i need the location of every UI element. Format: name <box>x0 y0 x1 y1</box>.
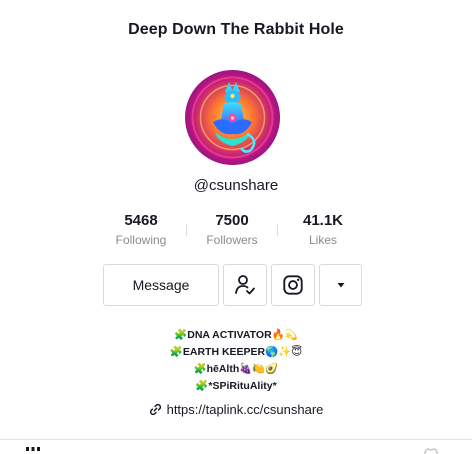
likes-count: 41.1K <box>302 212 344 229</box>
likes-label: Likes <box>308 233 337 247</box>
tab-divider <box>0 439 472 440</box>
bio-line: 🧩hēAlth🍇🍋🥑 <box>193 363 279 375</box>
profile-handle: @csunshare <box>193 177 279 194</box>
stat-divider <box>186 224 187 236</box>
bio-line: 🧩*SPiRituAlity* <box>195 380 277 392</box>
caret-down-icon <box>337 283 344 288</box>
person-check-icon <box>235 275 255 295</box>
following-label: Following <box>115 233 167 247</box>
following-status-button[interactable] <box>223 264 267 306</box>
liked-tab-icon[interactable] <box>424 446 438 454</box>
bio-line: 🧩EARTH KEEPER🌎✨😇 <box>169 346 303 358</box>
profile-bio: 🧩DNA ACTIVATOR🔥💫 🧩EARTH KEEPER🌎✨😇 🧩hēAlt… <box>0 327 472 395</box>
stat-followers[interactable]: 7500 Followers <box>187 212 277 247</box>
following-count: 5468 <box>124 212 158 229</box>
link-icon <box>149 403 161 416</box>
videos-tab-icon[interactable] <box>26 447 40 451</box>
bio-line: 🧩DNA ACTIVATOR🔥💫 <box>174 329 298 341</box>
more-options-button[interactable] <box>319 264 362 306</box>
profile-stats: 5468 Following 7500 Followers 41.1K Like… <box>0 212 472 252</box>
stat-divider <box>277 224 278 236</box>
stat-following[interactable]: 5468 Following <box>96 212 186 247</box>
followers-label: Followers <box>206 233 258 247</box>
followers-count: 7500 <box>215 212 249 229</box>
profile-link-url: https://taplink.cc/csunshare <box>166 402 324 417</box>
instagram-button[interactable] <box>271 264 315 306</box>
profile-title: Deep Down The Rabbit Hole <box>128 21 344 38</box>
profile-link[interactable]: https://taplink.cc/csunshare <box>0 402 472 417</box>
avatar-image <box>185 70 280 165</box>
stat-likes: 41.1K Likes <box>278 212 368 247</box>
avatar[interactable] <box>185 70 280 165</box>
message-button[interactable]: Message <box>103 264 219 306</box>
instagram-icon <box>283 275 303 295</box>
